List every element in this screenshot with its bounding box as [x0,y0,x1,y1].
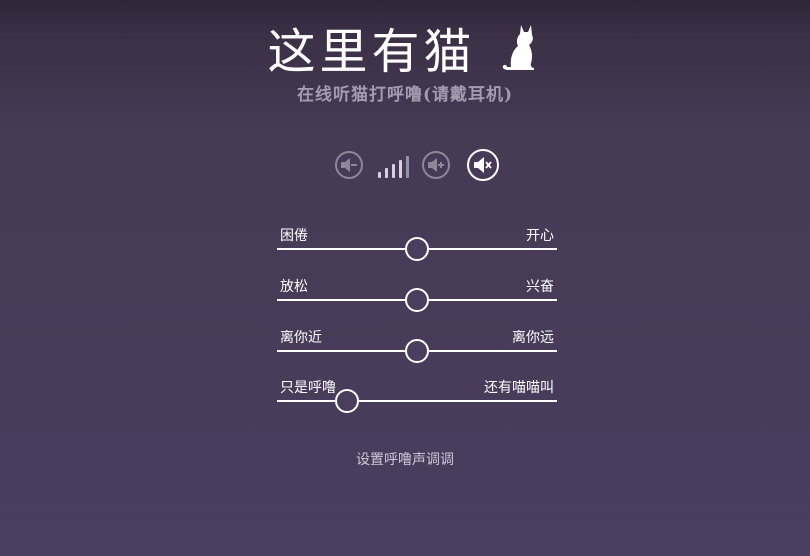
slider-thumb[interactable] [405,288,429,312]
title-bar: 这里有猫 [0,22,810,82]
volume-bar [378,172,381,178]
page-title: 这里有猫 [267,24,476,80]
volume-bar [392,164,395,178]
slider-right-label: 兴奋 [526,279,554,295]
volume-level-indicator [378,154,414,178]
slider-right-label: 离你远 [512,330,554,346]
volume-bar [406,156,409,178]
volume-bar [385,168,388,178]
mood-slider-sleepy-happy: 困倦 开心 [277,225,557,265]
volume-up-icon [428,158,444,172]
slider-thumb[interactable] [405,237,429,261]
slider-right-label: 还有喵喵叫 [484,380,554,396]
slider-left-label: 只是呼噜 [280,380,336,396]
mute-icon [474,157,492,173]
purr-settings-link[interactable]: 设置呼噜声调调 [0,449,810,469]
slider-thumb[interactable] [405,339,429,363]
slider-right-label: 开心 [526,228,554,244]
slider-thumb[interactable] [335,389,359,413]
slider-left-label: 离你近 [280,330,322,346]
slider-left-label: 放松 [280,279,308,295]
distance-slider: 离你近 离你远 [277,327,557,367]
volume-down-icon [341,158,357,172]
volume-controls [0,149,810,183]
volume-up-button[interactable] [422,151,450,179]
mood-slider-relaxed-excited: 放松 兴奋 [277,276,557,316]
volume-bar [399,160,402,178]
slider-track[interactable] [277,400,557,402]
volume-down-button[interactable] [335,151,363,179]
slider-left-label: 困倦 [280,228,308,244]
page-subtitle: 在线听猫打呼噜(请戴耳机) [296,85,514,105]
cat-icon [502,25,534,70]
mute-button[interactable] [467,149,499,181]
sound-type-slider: 只是呼噜 还有喵喵叫 [277,377,557,417]
